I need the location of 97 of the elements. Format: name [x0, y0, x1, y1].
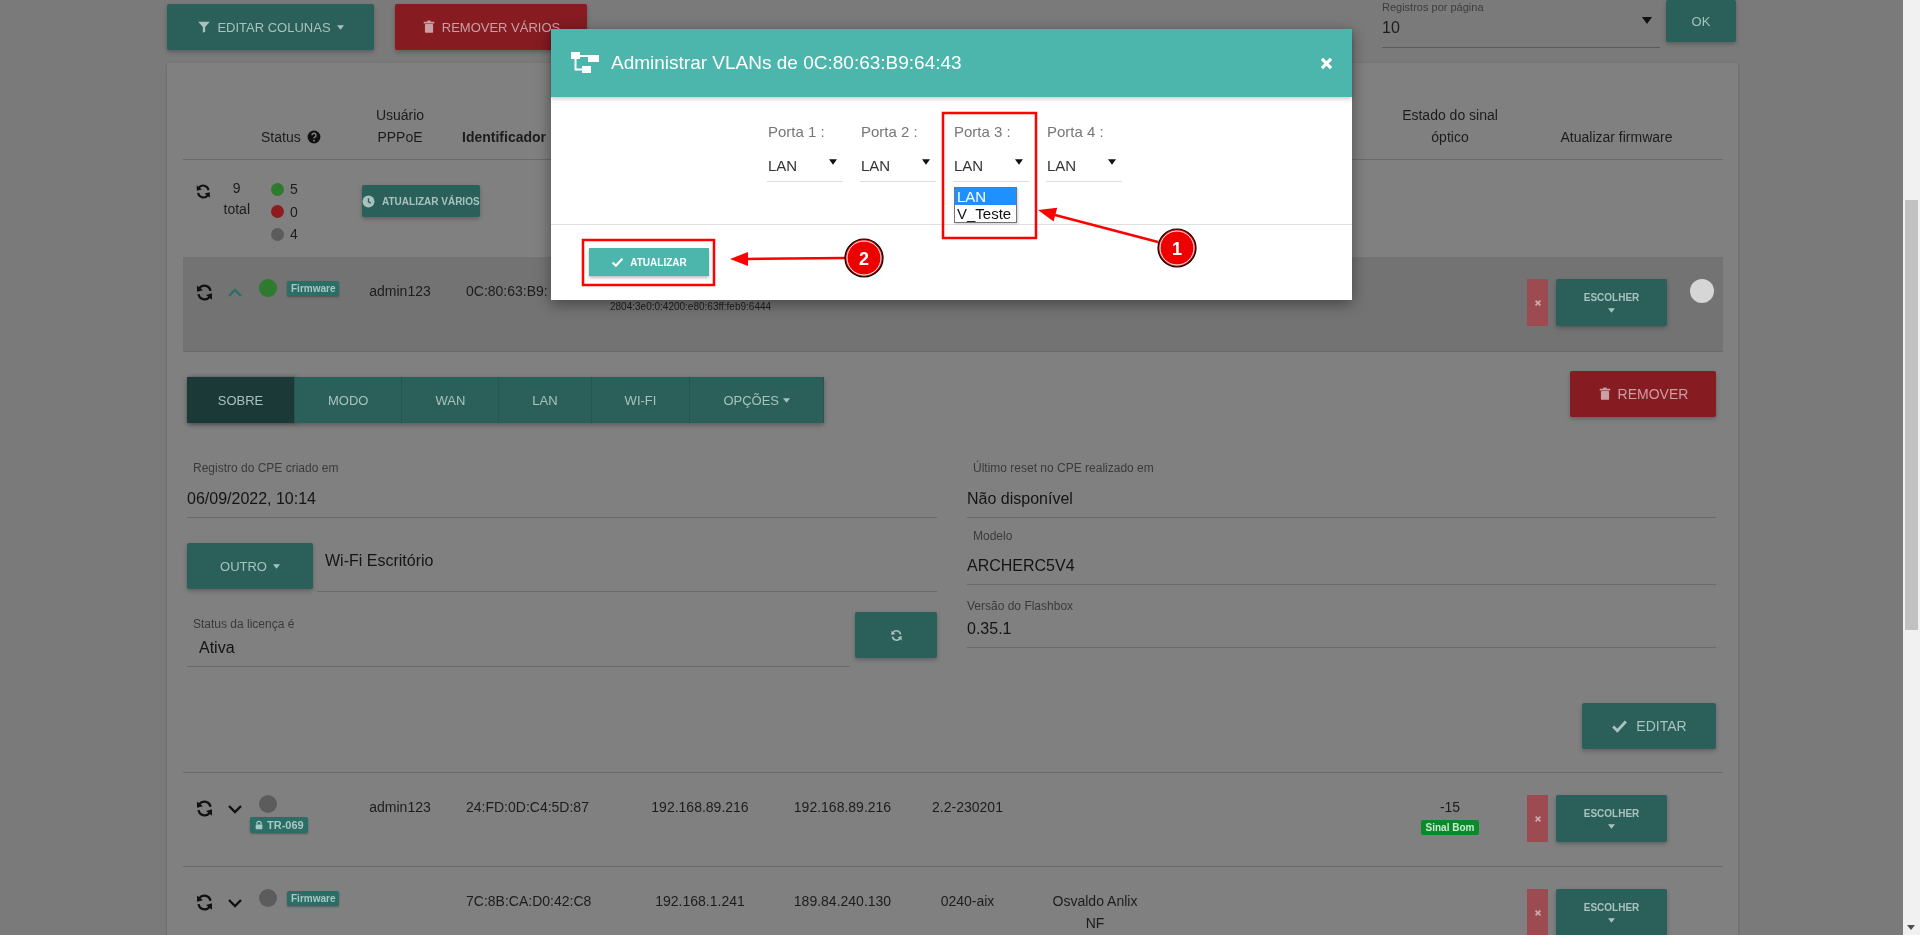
ip-address: 192.168.89.216 [793, 799, 892, 815]
created-date-field[interactable]: Registro do CPE criado em 06/09/2022, 10:14 [187, 460, 937, 518]
close-icon [1533, 814, 1542, 823]
flashbox-version-field[interactable]: Versão do Flashbox 0.35.1 [967, 598, 1716, 648]
edit-columns-button[interactable]: EDITAR COLUNAS [167, 4, 374, 50]
refresh-icon[interactable] [195, 182, 212, 201]
choose-firmware-button[interactable]: ESCOLHER [1556, 279, 1667, 326]
cancel-button[interactable] [1527, 279, 1548, 326]
caret-icon [783, 397, 790, 403]
trash-icon [1597, 387, 1612, 401]
cancel-button[interactable] [1527, 795, 1548, 842]
signal-badge: Sinal Bom [1420, 820, 1480, 835]
total-count: 9 [232, 179, 241, 198]
update-button[interactable]: ATUALIZAR [589, 248, 709, 276]
choose-firmware-button[interactable]: ESCOLHER [1556, 889, 1667, 935]
column-header: Identificador [462, 128, 546, 147]
dropdown-option[interactable]: LAN [955, 188, 1016, 205]
total-label: total [223, 200, 250, 219]
caret-icon [336, 24, 344, 30]
device-identifier: 0C:80:63:B9: [466, 283, 548, 299]
license-status-field[interactable]: Status da licença é Ativa [187, 612, 850, 667]
port-label: Porta 1 : [767, 123, 826, 141]
scrollbar[interactable] [1903, 0, 1920, 935]
refresh-icon[interactable] [195, 893, 214, 912]
trash-icon [421, 20, 436, 34]
ipv6-address: 2804:3e0:0:4200:e80:63ff:feb9:6444 [610, 301, 772, 312]
type-badge: Firmware [287, 280, 340, 296]
number-badge: 2 [844, 238, 884, 278]
caret-icon [1015, 158, 1023, 165]
edit-button[interactable]: EDITAR [1582, 703, 1716, 749]
column-header: Atualizar firmware [1560, 128, 1673, 147]
check-icon [611, 255, 625, 269]
scroll-down-icon[interactable] [1907, 925, 1915, 930]
tab[interactable]: WI-FI [591, 377, 691, 423]
number-badge: 1 [1157, 228, 1197, 268]
dialog-title: Administrar VLANs de 0C:80:63:B9:64:43 [611, 52, 962, 74]
ip-address: 192.168.1.241 [655, 893, 745, 909]
device-identifier: 7C:8B:CA:D0:42:C8 [466, 893, 592, 909]
filter-icon [197, 20, 212, 34]
tab[interactable]: MODO [295, 377, 403, 423]
port-label: Porta 3 : [953, 123, 1012, 141]
port-label: Porta 2 : [860, 123, 919, 141]
status-count: 0 [290, 202, 298, 222]
clock-icon [362, 194, 375, 208]
client-name: Osvaldo Anlix NF [1051, 892, 1139, 933]
column-header: Status [261, 128, 301, 147]
status-count: 4 [290, 225, 298, 244]
caret-icon [1642, 17, 1652, 24]
network-icon [571, 52, 599, 74]
refresh-icon[interactable] [195, 283, 214, 302]
caret-icon [272, 563, 280, 569]
close-icon [1533, 298, 1542, 307]
port-select[interactable]: LAN [860, 154, 936, 182]
signal-value: -15 [1439, 799, 1461, 815]
update-many-button[interactable]: ATUALIZAR VÁRIOS [362, 185, 480, 217]
page-size-select[interactable]: Registros por página 10 [1382, 1, 1660, 48]
close-icon [1533, 908, 1542, 917]
status-count: 5 [290, 180, 298, 199]
type-badge: Firmware [287, 890, 340, 906]
refresh-icon[interactable] [195, 799, 214, 818]
remove-button[interactable]: REMOVER [1570, 371, 1716, 417]
ok-button[interactable]: OK [1666, 0, 1736, 42]
port-label: Porta 4 : [1046, 123, 1105, 141]
lock-icon [254, 820, 264, 830]
port-select[interactable]: LAN [1046, 154, 1122, 182]
refresh-icon [889, 628, 903, 642]
choose-firmware-button[interactable]: ESCOLHER [1556, 795, 1667, 842]
caret-icon [922, 158, 930, 165]
tab[interactable]: LAN [499, 377, 592, 423]
pppoe-user: admin123 [369, 283, 431, 299]
firmware-version: 2.2-230201 [932, 799, 1003, 815]
tab[interactable]: OPÇÕES [690, 377, 824, 423]
ip-address: 189.84.240.130 [793, 893, 892, 909]
pppoe-user: admin123 [369, 799, 431, 815]
type-badge: TR-069 [250, 817, 308, 833]
name-type-button[interactable]: OUTRO [187, 543, 313, 589]
port-select[interactable]: LAN [953, 154, 1029, 182]
caret-icon [1108, 158, 1116, 165]
caret-icon [829, 158, 837, 165]
last-reset-field[interactable]: Último reset no CPE realizado em Não disponível [967, 460, 1716, 518]
cancel-button[interactable] [1527, 889, 1548, 935]
caret-icon [1608, 918, 1615, 923]
caret-icon [1608, 824, 1615, 829]
tab[interactable]: SOBRE [187, 377, 295, 423]
port-select[interactable]: LAN [767, 154, 843, 182]
caret-icon [1608, 308, 1615, 313]
device-identifier: 24:FD:0D:C4:5D:87 [466, 799, 589, 815]
ip-address: 192.168.89.216 [651, 799, 749, 815]
tab[interactable]: WAN [402, 377, 500, 423]
model-field[interactable]: Modelo ARCHERC5V4 [967, 528, 1716, 585]
column-header: Usuário PPPoE [374, 106, 426, 147]
close-icon[interactable] [1320, 56, 1333, 70]
column-header: Estado do sinal óptico [1401, 106, 1499, 147]
toggle-circle[interactable] [1690, 279, 1714, 303]
name-input-field[interactable]: Wi-Fi Escritório [317, 543, 937, 592]
dropdown-option[interactable]: V_Teste [955, 205, 1016, 222]
firmware-version: 0240-aix [940, 893, 995, 909]
